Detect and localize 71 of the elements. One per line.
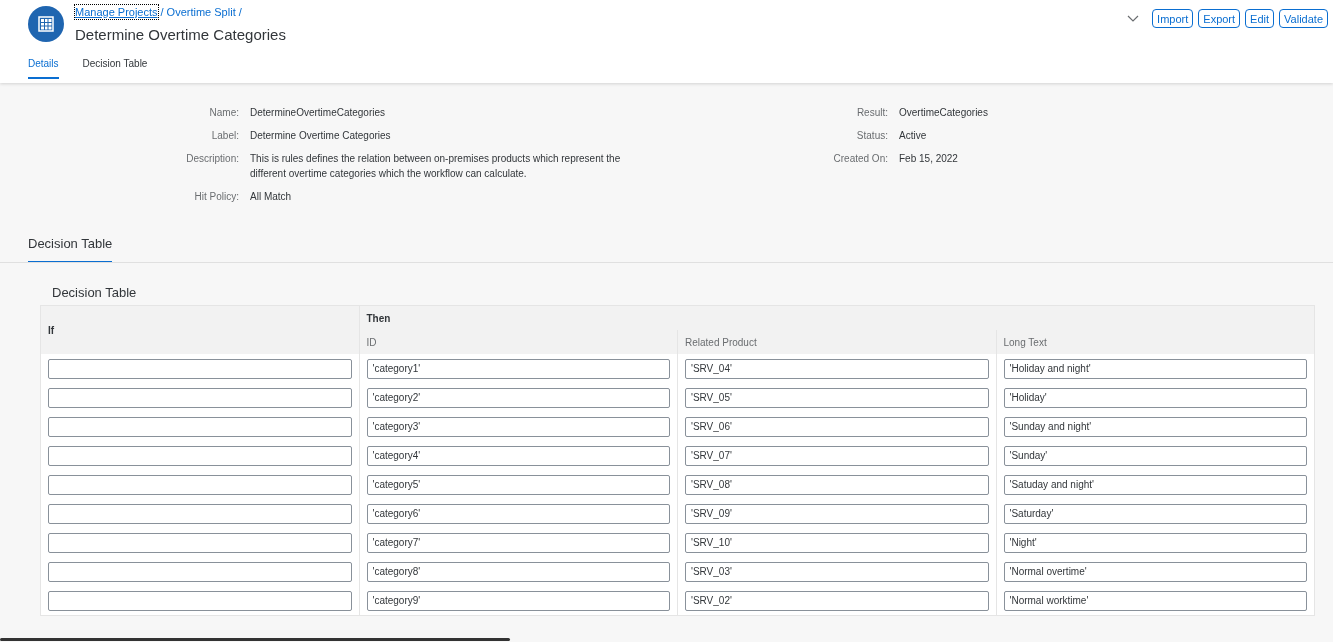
tab[interactable]: Details xyxy=(28,56,59,79)
input-field[interactable]: 'SRV_05' xyxy=(685,387,989,408)
input-field[interactable]: 'Normal worktime' xyxy=(1003,590,1307,611)
input-field[interactable]: 'SRV_02' xyxy=(685,590,989,611)
input-field[interactable]: 'category9' xyxy=(366,590,670,611)
input-field[interactable]: 'category7' xyxy=(366,532,670,553)
page-title: Determine Overtime Categories xyxy=(75,26,287,43)
table-grid-icon xyxy=(28,6,64,42)
input-field[interactable] xyxy=(48,590,352,611)
input-field[interactable]: 'category4' xyxy=(366,445,670,466)
field-label: Name: xyxy=(208,106,239,120)
field-label: Created On: xyxy=(832,152,888,166)
field-label: Description: xyxy=(185,152,239,166)
input-field[interactable] xyxy=(48,416,352,437)
input-field[interactable]: 'Holiday' xyxy=(1003,387,1307,408)
breadcrumb-link[interactable]: Manage Projects xyxy=(75,5,158,19)
input-field[interactable] xyxy=(48,387,352,408)
input-field[interactable]: 'SRV_07' xyxy=(685,445,989,466)
input-field[interactable] xyxy=(48,358,352,379)
input-field[interactable]: 'Holiday and night' xyxy=(1003,358,1307,379)
input-field[interactable]: 'category6' xyxy=(366,503,670,524)
column-header: Long Text xyxy=(996,330,1315,354)
action-button[interactable]: Import xyxy=(1152,9,1194,28)
input-field[interactable] xyxy=(48,445,352,466)
field-value: DetermineOvertimeCategories xyxy=(250,106,387,120)
input-field[interactable]: 'SRV_06' xyxy=(685,416,989,437)
field-value: All Match xyxy=(250,190,293,204)
breadcrumb-link[interactable]: Overtime Split xyxy=(166,5,236,19)
column-group-header: Then xyxy=(359,305,1315,330)
action-button[interactable]: Edit xyxy=(1245,9,1275,28)
breadcrumb-separator: / xyxy=(160,5,164,19)
input-field[interactable]: 'SRV_10' xyxy=(685,532,989,553)
input-field[interactable] xyxy=(48,532,352,553)
section-tab[interactable]: Decision Table xyxy=(28,233,113,262)
tab[interactable]: Decision Table xyxy=(82,56,148,79)
action-button[interactable]: Export xyxy=(1198,9,1241,28)
field-label: Label: xyxy=(210,129,239,143)
chevron-down-icon[interactable] xyxy=(1127,14,1140,23)
input-field[interactable]: 'SRV_09' xyxy=(685,503,989,524)
field-label: Result: xyxy=(855,106,888,120)
input-field[interactable]: 'SRV_04' xyxy=(685,358,989,379)
input-field[interactable] xyxy=(48,503,352,524)
column-header: ID xyxy=(359,330,678,354)
input-field[interactable]: 'Night' xyxy=(1003,532,1307,553)
input-field[interactable]: 'category3' xyxy=(366,416,670,437)
field-value: Active xyxy=(899,129,927,143)
column-group-header: If xyxy=(40,305,359,354)
column-header: Related Product xyxy=(677,330,996,354)
breadcrumb-separator: / xyxy=(238,5,242,19)
field-value: This is rules defines the relation between on-premises products which represent the different overtime categories which the workflow can calculate. xyxy=(250,152,622,181)
action-button[interactable]: Validate xyxy=(1279,9,1328,28)
field-label: Status: xyxy=(855,129,888,143)
input-field[interactable]: 'Saturday' xyxy=(1003,503,1307,524)
input-field[interactable] xyxy=(48,474,352,495)
input-field[interactable]: 'Satuday and night' xyxy=(1003,474,1307,495)
input-field[interactable] xyxy=(48,561,352,582)
scrollbar[interactable] xyxy=(0,638,510,641)
field-value: Feb 15, 2022 xyxy=(899,152,958,166)
field-value: OvertimeCategories xyxy=(899,106,988,120)
input-field[interactable]: 'category5' xyxy=(366,474,670,495)
input-field[interactable]: 'SRV_03' xyxy=(685,561,989,582)
input-field[interactable]: 'category1' xyxy=(366,358,670,379)
field-value: Determine Overtime Categories xyxy=(250,129,392,143)
input-field[interactable]: 'SRV_08' xyxy=(685,474,989,495)
input-field[interactable]: 'Normal overtime' xyxy=(1003,561,1307,582)
field-label: Hit Policy: xyxy=(193,190,239,204)
input-field[interactable]: 'category2' xyxy=(366,387,670,408)
input-field[interactable]: 'Sunday and night' xyxy=(1003,416,1307,437)
input-field[interactable]: 'category8' xyxy=(366,561,670,582)
table-title: Decision Table xyxy=(52,285,138,300)
input-field[interactable]: 'Sunday' xyxy=(1003,445,1307,466)
